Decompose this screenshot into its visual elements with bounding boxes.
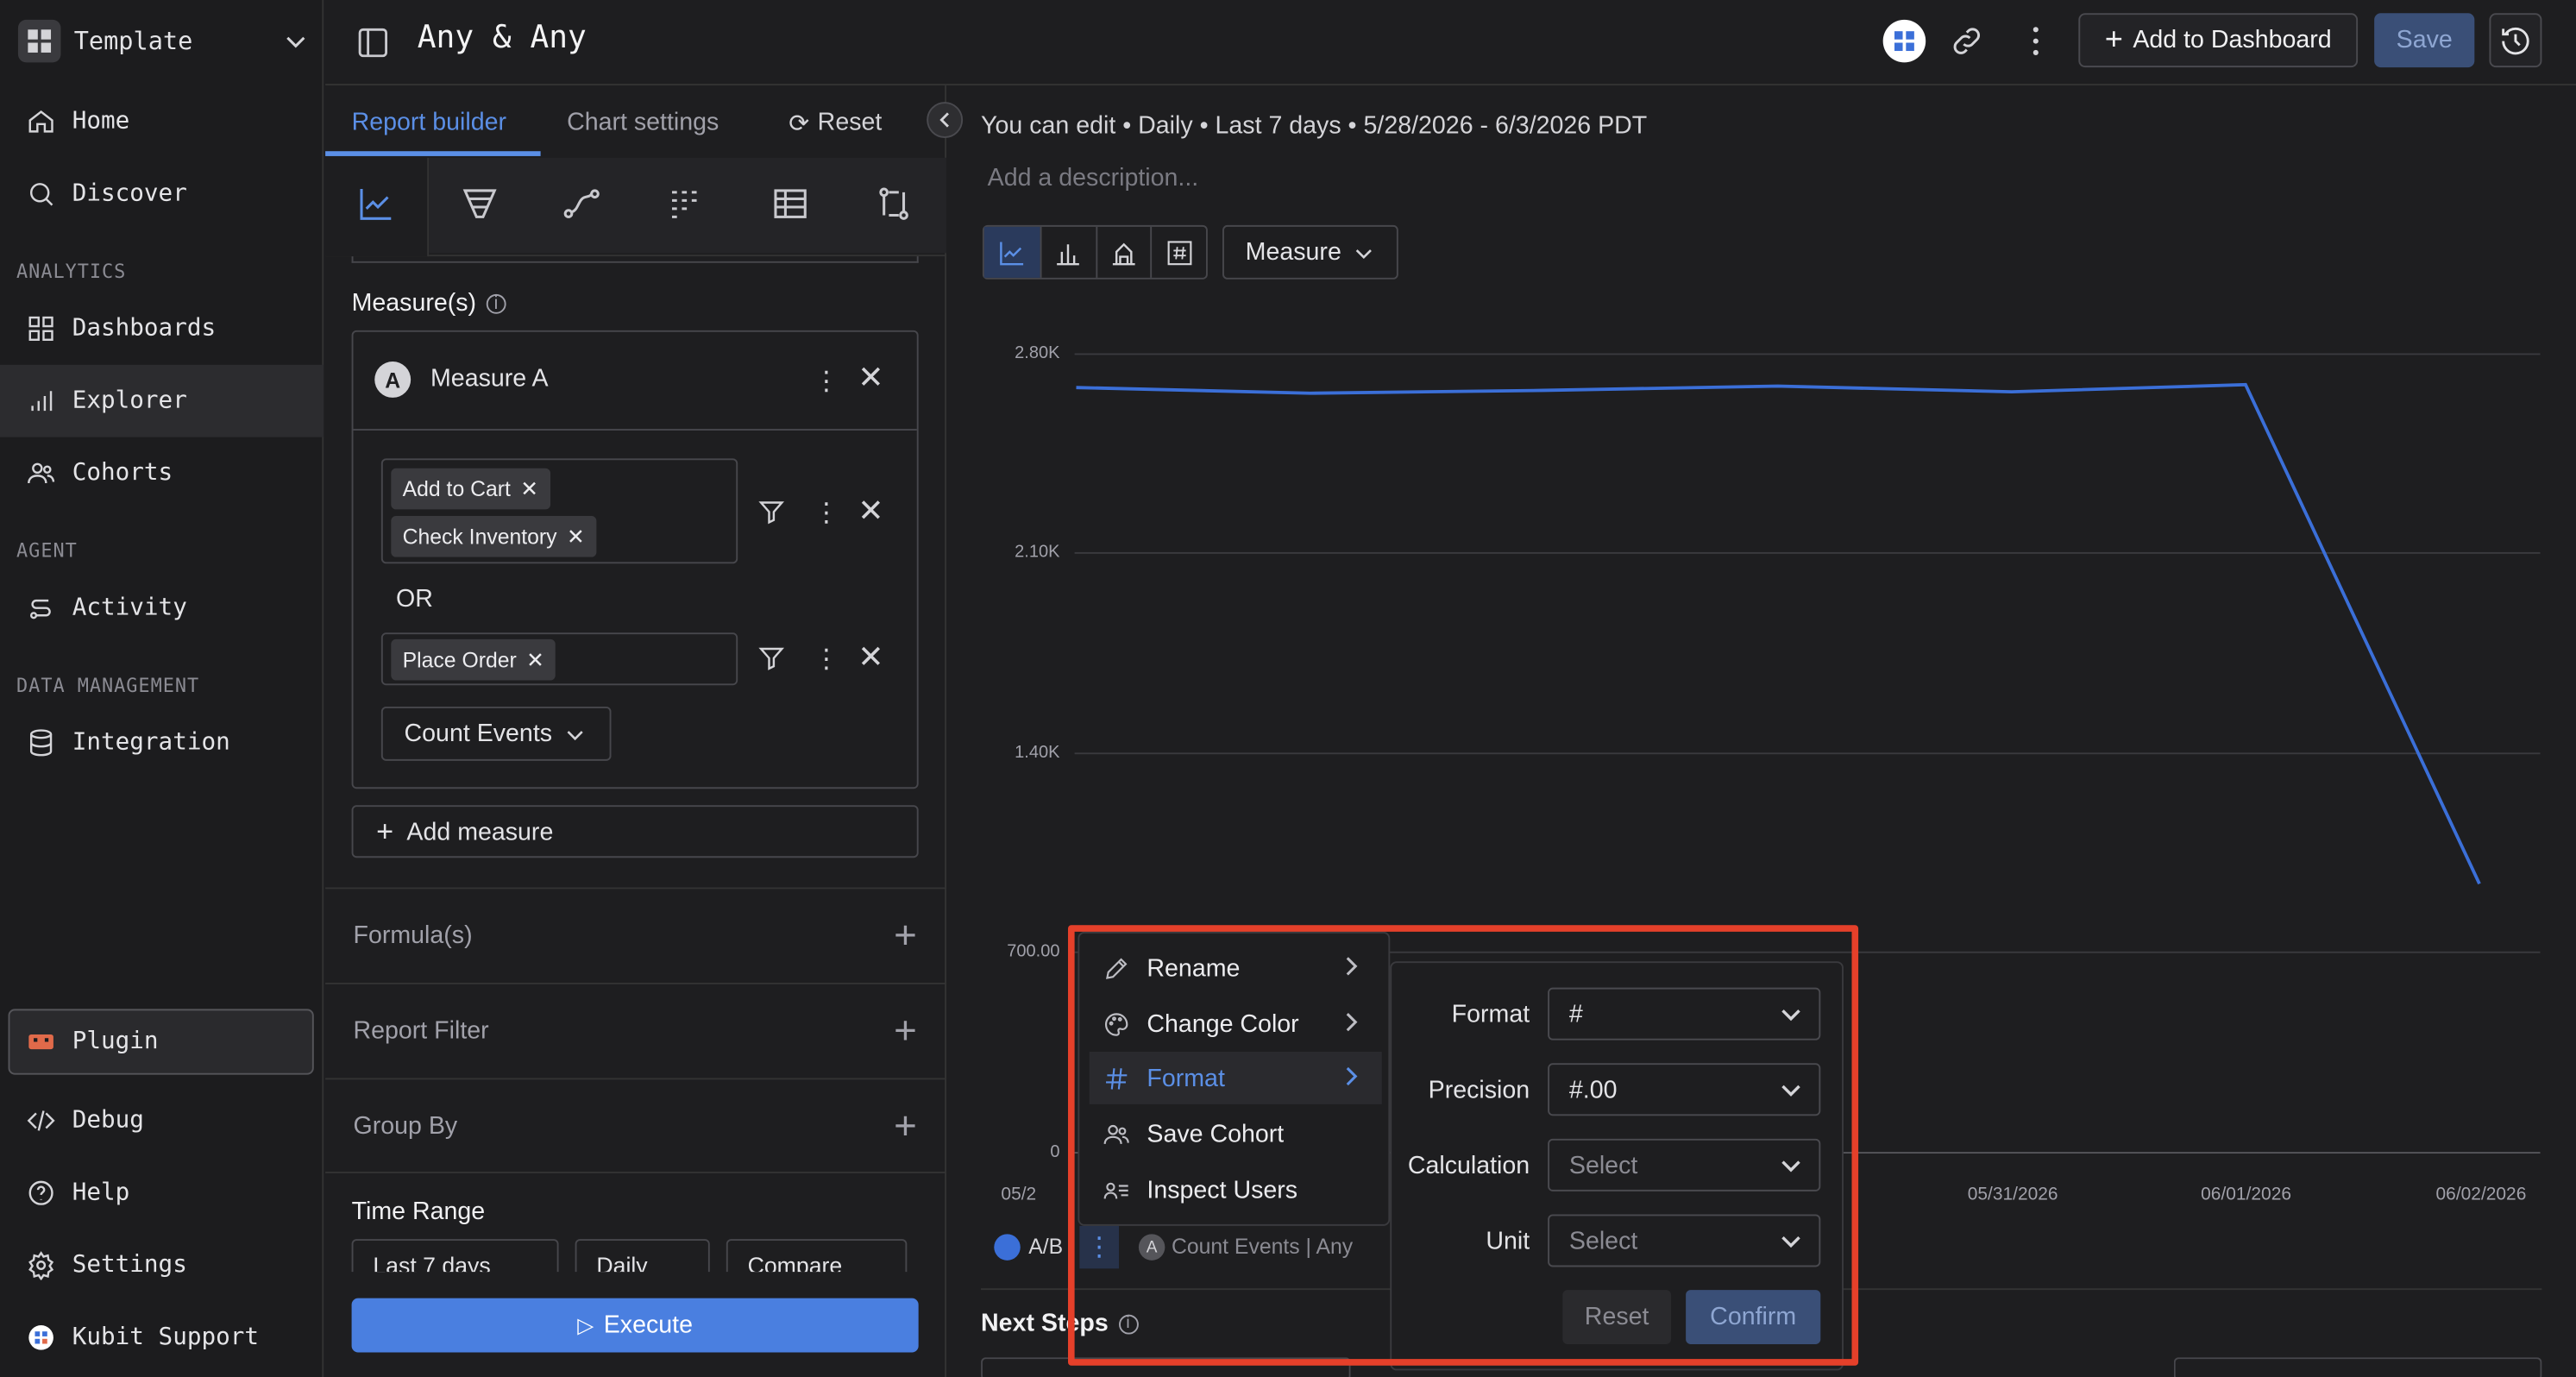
series-context-menu: Rename Change Color Format Save Cohort I… — [1078, 931, 1391, 1226]
next-steps-heading: Next Steps i — [981, 1310, 1138, 1337]
x-tick-label: 06/02/2026 — [2435, 1185, 2527, 1205]
menu-item-label: Format — [1147, 1064, 1225, 1092]
menu-item-label: Change Color — [1147, 1009, 1299, 1038]
legend-letter-badge: A — [1138, 1234, 1165, 1261]
next-step-card[interactable] — [2173, 1357, 2542, 1377]
menu-item-inspect-users[interactable]: Inspect Users — [1090, 1163, 1382, 1216]
legend-more-button[interactable]: ⋮ — [1079, 1225, 1120, 1269]
menu-item-change-color[interactable]: Change Color — [1090, 997, 1382, 1050]
unit-select-value: Select — [1568, 1226, 1638, 1255]
menu-item-save-cohort[interactable]: Save Cohort — [1090, 1108, 1382, 1160]
chevron-right-icon — [1346, 1066, 1358, 1086]
menu-item-rename[interactable]: Rename — [1090, 941, 1382, 994]
confirm-format-button[interactable]: Confirm — [1686, 1290, 1821, 1344]
format-panel: Format # Precision #.00 Calculation Sele… — [1390, 961, 1844, 1371]
next-steps-label: Next Steps — [981, 1309, 1109, 1338]
calculation-select-value: Select — [1568, 1151, 1638, 1179]
series-line — [1076, 382, 2481, 885]
hash-icon — [1106, 1067, 1128, 1089]
chevron-right-icon — [1346, 1013, 1358, 1032]
legend-series-label: Count Events | Any — [1171, 1234, 1354, 1259]
pencil-icon — [1106, 957, 1128, 978]
chevron-down-icon — [1781, 1009, 1800, 1022]
unit-select[interactable]: Select — [1548, 1214, 1821, 1267]
chevron-down-icon — [1781, 1236, 1800, 1248]
menu-item-format[interactable]: Format — [1089, 1051, 1382, 1104]
next-step-card[interactable] — [981, 1357, 1351, 1377]
user-list-icon — [1103, 1181, 1128, 1198]
precision-label: Precision — [1428, 1076, 1530, 1104]
format-select[interactable]: # — [1548, 987, 1821, 1041]
menu-item-label: Save Cohort — [1147, 1119, 1285, 1148]
calculation-select[interactable]: Select — [1548, 1138, 1821, 1192]
chevron-down-icon — [1781, 1160, 1800, 1173]
menu-item-label: Inspect Users — [1147, 1175, 1298, 1204]
x-tick-label: 05/2 — [1001, 1185, 1037, 1205]
calculation-label: Calculation — [1407, 1152, 1530, 1180]
ab-test-icon — [994, 1234, 1021, 1261]
chevron-right-icon — [1346, 957, 1358, 976]
menu-item-label: Rename — [1147, 953, 1241, 982]
palette-icon — [1104, 1012, 1128, 1035]
legend-ab-label: A/B — [1028, 1234, 1064, 1259]
precision-select[interactable]: #.00 — [1548, 1063, 1821, 1116]
reset-format-button[interactable]: Reset — [1562, 1290, 1671, 1344]
x-tick-label: 06/01/2026 — [2201, 1185, 2292, 1205]
precision-select-value: #.00 — [1568, 1075, 1618, 1103]
x-tick-label: 05/31/2026 — [1967, 1185, 2058, 1205]
format-label: Format — [1451, 1000, 1530, 1029]
chevron-down-icon — [1781, 1085, 1800, 1097]
unit-label: Unit — [1486, 1227, 1530, 1256]
users-icon — [1103, 1123, 1129, 1144]
format-select-value: # — [1568, 999, 1583, 1028]
info-icon: i — [1118, 1313, 1138, 1334]
